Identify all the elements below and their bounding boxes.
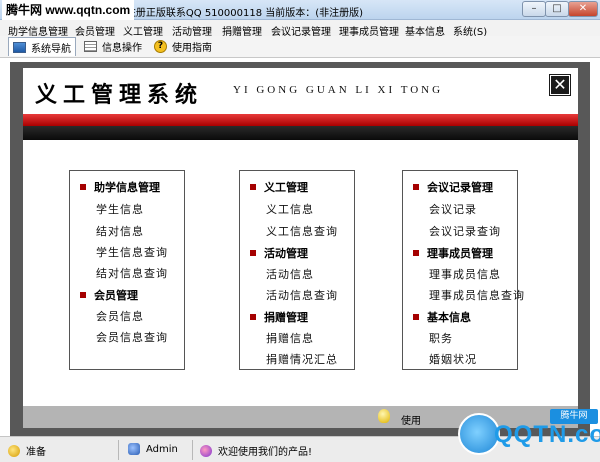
status-welcome: 欢迎使用我们的产品! [200,443,312,458]
monitor-icon [13,41,26,53]
tab-system-nav[interactable]: 系统导航 [8,37,76,56]
help-icon: ? [154,40,167,53]
lightbulb-icon [8,444,20,457]
link-council-info[interactable]: 理事成员信息 [429,266,501,282]
section-title: 助学信息管理 [94,181,160,194]
square-bullet-icon [413,314,419,320]
section-title: 捐赠管理 [264,311,308,324]
link-volunteer-info[interactable]: 义工信息 [266,201,314,217]
maximize-icon: □ [552,3,562,14]
section-title: 活动管理 [264,247,308,260]
close-icon: ✕ [553,75,567,94]
tab-user-guide[interactable]: ? 使用指南 [150,37,216,56]
close-window-button[interactable]: ✕ [568,1,598,17]
logo-text: QQTN.com [494,421,600,448]
link-donation-info[interactable]: 捐赠信息 [266,330,314,346]
square-bullet-icon [250,184,256,190]
panel-middle: 义工管理 义工信息 义工信息查询 活动管理 活动信息 活动信息查询 捐赠管理 捐… [239,170,355,370]
red-banner [23,114,578,126]
square-bullet-icon [413,184,419,190]
tab-info-ops-label: 信息操作 [102,43,142,54]
close-panel-button[interactable]: ✕ [549,74,571,96]
status-welcome-text: 欢迎使用我们的产品! [218,447,313,458]
toolbar: 系统导航 信息操作 ? 使用指南 [0,36,600,58]
title-bar: (未注册正版联系QQ 510000118 当前版本：(非注册版) 腾牛网 www… [0,0,600,20]
link-position[interactable]: 职务 [429,330,453,346]
status-ready: 准备 [8,443,46,458]
tab-info-ops[interactable]: 信息操作 [80,37,146,56]
square-bullet-icon [413,250,419,256]
system-header: 义工管理系统 YI GONG GUAN LI XI TONG ✕ [23,68,578,114]
section-title: 基本信息 [427,311,471,324]
menu-bar: 助学信息管理 会员管理 义工管理 活动管理 捐赠管理 会议记录管理 理事成员管理… [0,20,600,38]
section-activities: 活动管理 [250,245,308,261]
section-volunteers: 义工管理 [250,179,308,195]
link-member-query[interactable]: 会员信息查询 [96,329,168,345]
section-title: 会员管理 [94,289,138,302]
status-divider [118,440,119,460]
link-meeting-record[interactable]: 会议记录 [429,201,477,217]
link-member-info[interactable]: 会员信息 [96,308,144,324]
section-donations: 捐赠管理 [250,309,308,325]
section-title: 理事成员管理 [427,247,493,260]
minimize-button[interactable]: – [522,1,546,17]
page-title: 义工管理系统 [35,82,204,108]
panel-right: 会议记录管理 会议记录 会议记录查询 理事成员管理 理事成员信息 理事成员信息查… [402,170,524,370]
users-icon [200,444,212,457]
window-title: (未注册正版联系QQ 510000118 当前版本：(非注册版) [112,8,364,19]
link-activity-info[interactable]: 活动信息 [266,266,314,282]
document-icon [84,41,97,52]
link-volunteer-query[interactable]: 义工信息查询 [266,223,338,239]
square-bullet-icon [250,250,256,256]
site-logo: QQTN.com 腾牛网 [458,409,600,462]
section-members: 会员管理 [80,287,138,303]
page-subtitle: YI GONG GUAN LI XI TONG [233,84,444,96]
user-icon [128,443,140,455]
link-activity-query[interactable]: 活动信息查询 [266,287,338,303]
link-pair-info[interactable]: 结对信息 [96,223,144,239]
link-marital-status[interactable]: 婚姻状况 [429,351,477,367]
close-icon: ✕ [578,3,588,14]
link-donation-summary[interactable]: 捐赠情况汇总 [266,351,338,367]
square-bullet-icon [250,314,256,320]
status-user-text: Admin [146,443,178,455]
logo-badge: 腾牛网 [550,409,598,424]
lightbulb-icon [378,409,390,423]
black-banner [23,126,578,140]
status-ready-text: 准备 [26,447,46,458]
link-pair-query[interactable]: 结对信息查询 [96,265,168,281]
link-student-info[interactable]: 学生信息 [96,201,144,217]
status-user: Admin [128,443,178,455]
site-watermark: 腾牛网 www.qqtn.com [2,0,135,20]
section-basic-info: 基本信息 [413,309,471,325]
section-title: 义工管理 [264,181,308,194]
tab-system-nav-label: 系统导航 [31,43,71,55]
minimize-icon: – [531,3,537,14]
link-student-query[interactable]: 学生信息查询 [96,244,168,260]
section-council: 理事成员管理 [413,245,493,261]
tab-user-guide-label: 使用指南 [172,43,212,54]
status-divider [192,440,193,460]
section-title: 会议记录管理 [427,181,493,194]
link-council-query[interactable]: 理事成员信息查询 [429,287,525,303]
section-student-aid: 助学信息管理 [80,179,160,195]
section-meetings: 会议记录管理 [413,179,493,195]
panel-left: 助学信息管理 学生信息 结对信息 学生信息查询 结对信息查询 会员管理 会员信息… [69,170,185,370]
link-meeting-query[interactable]: 会议记录查询 [429,223,501,239]
maximize-button[interactable]: □ [545,1,569,17]
square-bullet-icon [80,184,86,190]
square-bullet-icon [80,292,86,298]
usage-prompt: 使用 [401,416,421,427]
